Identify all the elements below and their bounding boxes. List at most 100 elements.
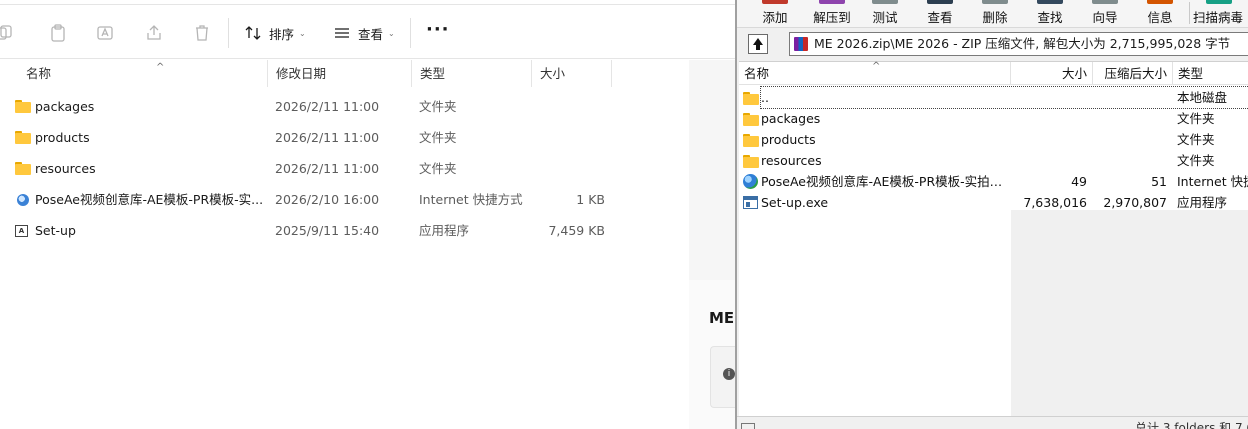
archive-row[interactable]: .. 本地磁盘 [739, 86, 1248, 109]
extract-icon [819, 0, 845, 4]
application-icon: A [15, 223, 31, 239]
archive-row[interactable]: resources 文件夹 [739, 150, 1248, 171]
column-size-label: 大小 [1061, 66, 1087, 81]
column-type-label: 类型 [420, 66, 446, 81]
scan-virus-label: 扫描病毒 [1193, 10, 1244, 25]
column-date-label: 修改日期 [276, 66, 327, 81]
file-name: PoseAe视频创意库-AE模板-PR模板-实... [35, 192, 264, 207]
file-type: 文件夹 [419, 161, 457, 176]
rename-icon[interactable] [96, 23, 116, 43]
file-row[interactable]: resources 2026/2/11 11:00 文件夹 [0, 153, 735, 184]
archive-row[interactable]: packages 文件夹 [739, 108, 1248, 129]
view-label: 查看 [927, 10, 953, 25]
column-date[interactable]: 修改日期 [268, 60, 412, 87]
background-panel [689, 60, 735, 280]
extract-to-button[interactable]: 解压到 [807, 0, 857, 28]
find-label: 查找 [1037, 10, 1063, 25]
wizard-label: 向导 [1092, 10, 1118, 25]
command-bar: 排序 ⌄ 查看 ⌄ ··· [0, 5, 735, 59]
file-type: 文件夹 [419, 130, 457, 145]
file-row[interactable]: packages 2026/2/11 11:00 文件夹 [0, 91, 735, 122]
archive-row[interactable]: PoseAe视频创意库-AE模板-PR模板-实拍素... 49 51 Inter… [739, 171, 1248, 192]
file-row[interactable]: PoseAe视频创意库-AE模板-PR模板-实... 2026/2/10 16:… [0, 184, 735, 215]
folder-icon [743, 90, 759, 106]
view-icon [335, 28, 349, 38]
scan-virus-button[interactable]: 扫描病毒 [1189, 0, 1248, 28]
status-text: 总计 3 folders 和 7,6 [1135, 421, 1248, 429]
archive-item-type: 文件夹 [1177, 153, 1215, 168]
view-button[interactable]: 查看 [922, 0, 958, 28]
globe-icon [743, 174, 759, 190]
file-row[interactable]: products 2026/2/11 11:00 文件夹 [0, 122, 735, 153]
file-row[interactable]: A Set-up 2025/9/11 15:40 应用程序 7,459 KB [0, 215, 735, 246]
archive-row[interactable]: products 文件夹 [739, 129, 1248, 150]
file-date: 2026/2/11 11:00 [275, 130, 380, 145]
address-bar: ME 2026.zip\ME 2026 - ZIP 压缩文件, 解包大小为 2,… [737, 29, 1248, 59]
archive-item-packed: 2,970,807 [1103, 195, 1167, 210]
add-icon [762, 0, 788, 4]
delete-button[interactable]: 删除 [977, 0, 1013, 28]
column-size[interactable]: 大小 [532, 60, 612, 87]
column-type[interactable]: 类型 [1173, 62, 1248, 85]
winrar-toolbar: 添加 解压到 测试 查看 删除 查找 向导 信息 扫描病毒 [737, 0, 1248, 28]
drive-icon [741, 423, 755, 429]
archive-column-header: ^ 名称 大小 压缩后大小 类型 [739, 61, 1248, 85]
file-size: 7,459 KB [548, 223, 605, 238]
test-icon [872, 0, 898, 4]
toolbar-separator [228, 18, 229, 48]
file-explorer-window: 排序 ⌄ 查看 ⌄ ··· ^ 名称 修改日期 类型 大小 packages 2… [0, 0, 735, 429]
folder-icon [743, 132, 759, 148]
up-folder-button[interactable] [748, 34, 768, 54]
archive-row[interactable]: Set-up.exe 7,638,016 2,970,807 应用程序 [739, 192, 1248, 213]
wizard-icon [1092, 0, 1118, 4]
find-icon [1037, 0, 1063, 4]
rar-archive-icon [794, 37, 808, 51]
background-heading: ME [709, 309, 735, 327]
file-type: Internet 快捷方式 [419, 192, 523, 207]
archive-item-packed: 51 [1151, 174, 1167, 189]
archive-file-list[interactable]: ^ 名称 大小 压缩后大小 类型 .. 本地磁盘 packages 文件夹 pr… [739, 61, 1248, 417]
archive-item-size: 49 [1071, 174, 1087, 189]
view-button[interactable]: 查看 ⌄ [333, 21, 395, 45]
archive-path-field[interactable]: ME 2026.zip\ME 2026 - ZIP 压缩文件, 解包大小为 2,… [789, 32, 1248, 56]
copy-icon[interactable] [0, 23, 20, 43]
column-name-label: 名称 [26, 66, 52, 81]
archive-item-type: Internet 快捷 [1177, 174, 1248, 189]
paste-icon[interactable] [48, 23, 68, 43]
scan-virus-icon [1206, 0, 1232, 4]
column-name[interactable]: ^ 名称 [18, 60, 268, 87]
toolbar-separator [1189, 2, 1190, 24]
sort-label: 排序 [269, 26, 295, 42]
column-packed[interactable]: 压缩后大小 [1093, 62, 1173, 85]
share-icon[interactable] [144, 23, 164, 43]
info-button[interactable]: 信息 [1142, 0, 1178, 28]
status-bar: 总计 3 folders 和 7,6 [737, 416, 1248, 429]
file-list: packages 2026/2/11 11:00 文件夹 products 20… [0, 91, 735, 246]
extract-label: 解压到 [813, 10, 851, 25]
find-button[interactable]: 查找 [1032, 0, 1068, 28]
wizard-button[interactable]: 向导 [1087, 0, 1123, 28]
folder-icon [743, 153, 759, 169]
delete-label: 删除 [982, 10, 1008, 25]
file-date: 2026/2/11 11:00 [275, 99, 380, 114]
folder-icon [15, 130, 31, 146]
sort-button[interactable]: 排序 ⌄ [244, 21, 306, 45]
column-type[interactable]: 类型 [412, 60, 532, 87]
delete-icon[interactable] [192, 23, 212, 43]
more-options-button[interactable]: ··· [426, 19, 450, 40]
column-name[interactable]: ^ 名称 [739, 61, 1011, 85]
add-button[interactable]: 添加 [757, 0, 793, 28]
exe-icon [743, 195, 759, 211]
toolbar-separator [410, 18, 411, 48]
archive-item-name: .. [760, 86, 1248, 109]
column-size-label: 大小 [540, 66, 566, 81]
info-icon: i [723, 368, 735, 380]
column-size[interactable]: 大小 [1011, 62, 1093, 85]
test-button[interactable]: 测试 [867, 0, 903, 28]
file-date: 2026/2/10 16:00 [275, 192, 380, 207]
internet-shortcut-icon [15, 192, 31, 208]
test-label: 测试 [872, 10, 898, 25]
file-type: 应用程序 [419, 223, 470, 238]
info-label: 信息 [1147, 10, 1173, 25]
column-header: ^ 名称 修改日期 类型 大小 [0, 60, 735, 87]
